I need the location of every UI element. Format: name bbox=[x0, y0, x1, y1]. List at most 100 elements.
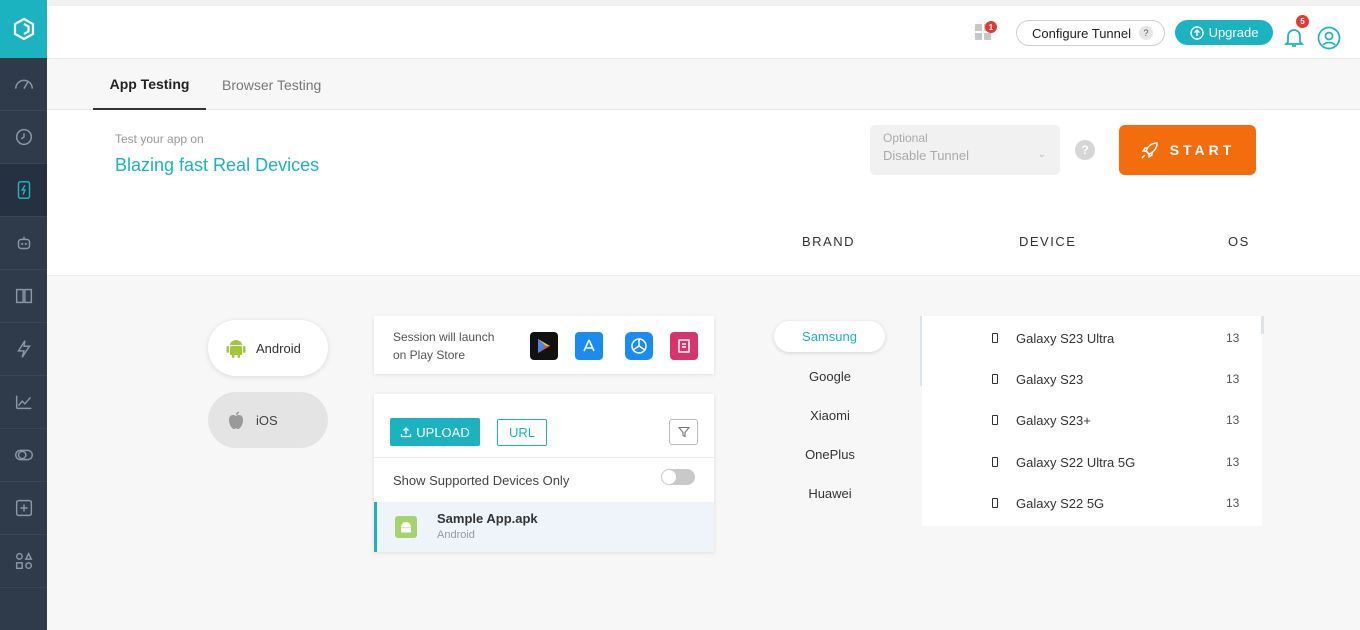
filter-button[interactable] bbox=[669, 419, 698, 445]
supported-devices-toggle[interactable] bbox=[661, 469, 695, 485]
sidebar-item-analytics[interactable] bbox=[0, 376, 47, 429]
brand-item-huawei[interactable]: Huawei bbox=[760, 486, 900, 501]
app-store-a-icon bbox=[583, 339, 595, 352]
upload-card: UPLOAD URL Show Supported Devices Only S… bbox=[374, 394, 714, 552]
chart-line-icon bbox=[15, 395, 31, 410]
play-triangle-icon bbox=[538, 339, 550, 353]
top-header: 1 Configure Tunnel ? Upgrade 5 bbox=[47, 0, 1360, 59]
app-name: Sample App.apk bbox=[437, 511, 538, 526]
app-store-icon[interactable] bbox=[575, 332, 603, 360]
upgrade-label: Upgrade bbox=[1208, 25, 1259, 40]
phone-icon bbox=[992, 415, 998, 425]
device-row[interactable]: Galaxy S23+ 13 bbox=[922, 400, 1262, 440]
device-row[interactable]: Galaxy S23 13 bbox=[922, 359, 1262, 399]
device-row[interactable]: Galaxy S22 Ultra 5G 13 bbox=[922, 442, 1262, 482]
phone-icon bbox=[992, 498, 998, 508]
app-platform: Android bbox=[437, 529, 475, 541]
device-name: Galaxy S23 bbox=[1016, 372, 1084, 387]
tab-browser-testing[interactable]: Browser Testing bbox=[222, 59, 321, 110]
clock-icon bbox=[15, 128, 32, 146]
divider bbox=[374, 457, 714, 458]
testing-tabs: App Testing Browser Testing bbox=[47, 59, 1360, 110]
configure-tunnel-label: Configure Tunnel bbox=[1032, 25, 1132, 41]
shapes-icon bbox=[15, 552, 33, 570]
sidebar-item-hyperexecute[interactable] bbox=[0, 323, 47, 376]
device-row[interactable]: Galaxy S22 5G 13 bbox=[922, 483, 1262, 523]
help-icon: ? bbox=[1139, 26, 1154, 40]
supported-devices-label: Show Supported Devices Only bbox=[393, 473, 570, 488]
column-header-device: DEVICE bbox=[1019, 234, 1077, 249]
platform-ios-label: iOS bbox=[256, 412, 278, 428]
platform-ios-button[interactable]: iOS bbox=[208, 392, 328, 448]
sidebar-item-dashboard[interactable] bbox=[0, 58, 47, 111]
notifications-badge: 5 bbox=[1296, 15, 1309, 28]
device-name: Galaxy S22 5G bbox=[1016, 496, 1105, 511]
app-android-icon bbox=[395, 516, 417, 538]
phone-icon bbox=[992, 457, 998, 467]
speedometer-icon bbox=[14, 79, 33, 89]
device-name: Galaxy S23+ bbox=[1016, 413, 1091, 428]
platform-android-button[interactable]: Android bbox=[208, 320, 328, 376]
url-button[interactable]: URL bbox=[497, 419, 547, 446]
device-os: 13 bbox=[1226, 496, 1240, 510]
session-launch-text: Session will launch on Play Store bbox=[393, 328, 503, 364]
phone-icon bbox=[992, 374, 998, 384]
brand-item-oneplus[interactable]: OnePlus bbox=[760, 447, 900, 462]
device-os: 13 bbox=[1226, 413, 1240, 427]
arrow-up-circle-icon bbox=[1189, 25, 1204, 40]
sidebar-item-apps[interactable] bbox=[0, 535, 47, 588]
chevron-down-icon: ⌄ bbox=[1037, 149, 1046, 160]
tab-app-testing[interactable]: App Testing bbox=[93, 59, 206, 110]
sidebar bbox=[0, 0, 47, 630]
brand-item-samsung[interactable]: Samsung bbox=[774, 321, 885, 352]
lightning-icon bbox=[16, 340, 31, 358]
sidebar-item-history[interactable] bbox=[0, 111, 47, 164]
device-row[interactable]: Galaxy S23 Ultra 13 bbox=[922, 318, 1262, 358]
upgrade-button[interactable]: Upgrade bbox=[1175, 20, 1273, 45]
column-header-brand: BRAND bbox=[802, 234, 856, 249]
tunnel-select[interactable]: Optional Disable Tunnel ⌄ bbox=[870, 125, 1060, 175]
apple-icon bbox=[229, 411, 243, 429]
start-label: START bbox=[1169, 142, 1236, 158]
robot-icon bbox=[17, 236, 30, 250]
compare-icon bbox=[15, 288, 32, 304]
logo-icon bbox=[13, 17, 34, 41]
brand-item-xiaomi[interactable]: Xiaomi bbox=[760, 408, 900, 423]
configure-tunnel-button[interactable]: Configure Tunnel ? bbox=[1016, 20, 1165, 46]
hero-subtitle: Test your app on bbox=[115, 132, 204, 146]
sidebar-item-integrations[interactable] bbox=[0, 429, 47, 482]
hero-section: Test your app on Blazing fast Real Devic… bbox=[47, 110, 1360, 276]
mobile-bolt-icon bbox=[17, 181, 30, 199]
device-os: 13 bbox=[1226, 455, 1240, 469]
sidebar-item-add[interactable] bbox=[0, 482, 47, 535]
toggle-knob bbox=[662, 470, 676, 484]
apps-badge: 1 bbox=[985, 21, 997, 33]
lambdatest-logo[interactable] bbox=[0, 0, 47, 58]
app-center-icon[interactable] bbox=[670, 332, 698, 360]
brand-item-google[interactable]: Google bbox=[760, 369, 900, 384]
filter-icon bbox=[677, 426, 690, 438]
upload-icon bbox=[401, 427, 412, 438]
session-line-2: on Play Store bbox=[393, 348, 466, 362]
bell-icon[interactable] bbox=[1283, 25, 1305, 49]
uploaded-app-row[interactable]: Sample App.apk Android bbox=[374, 502, 714, 552]
device-scrollbar[interactable] bbox=[1261, 316, 1264, 334]
toggle-view-icon bbox=[14, 449, 33, 461]
user-avatar-icon[interactable] bbox=[1317, 26, 1341, 50]
start-button[interactable]: START bbox=[1119, 125, 1256, 175]
brand-list: Samsung Google Xiaomi OnePlus Huawei bbox=[760, 316, 920, 526]
sidebar-item-visual-testing[interactable] bbox=[0, 270, 47, 323]
hero-title: Blazing fast Real Devices bbox=[115, 155, 320, 175]
session-line-1: Session will launch bbox=[393, 330, 495, 344]
sidebar-item-automation[interactable] bbox=[0, 217, 47, 270]
tunnel-help-icon[interactable]: ? bbox=[1075, 140, 1095, 160]
upload-button[interactable]: UPLOAD bbox=[390, 418, 480, 446]
rocket-icon bbox=[1141, 142, 1158, 159]
testflight-icon[interactable] bbox=[625, 332, 653, 360]
sidebar-item-real-device[interactable] bbox=[0, 164, 47, 217]
tunnel-select-value: Disable Tunnel bbox=[883, 148, 969, 163]
device-os: 13 bbox=[1226, 372, 1240, 386]
play-store-icon[interactable] bbox=[530, 332, 558, 360]
tunnel-select-label: Optional bbox=[883, 131, 928, 145]
device-os: 13 bbox=[1226, 331, 1240, 345]
